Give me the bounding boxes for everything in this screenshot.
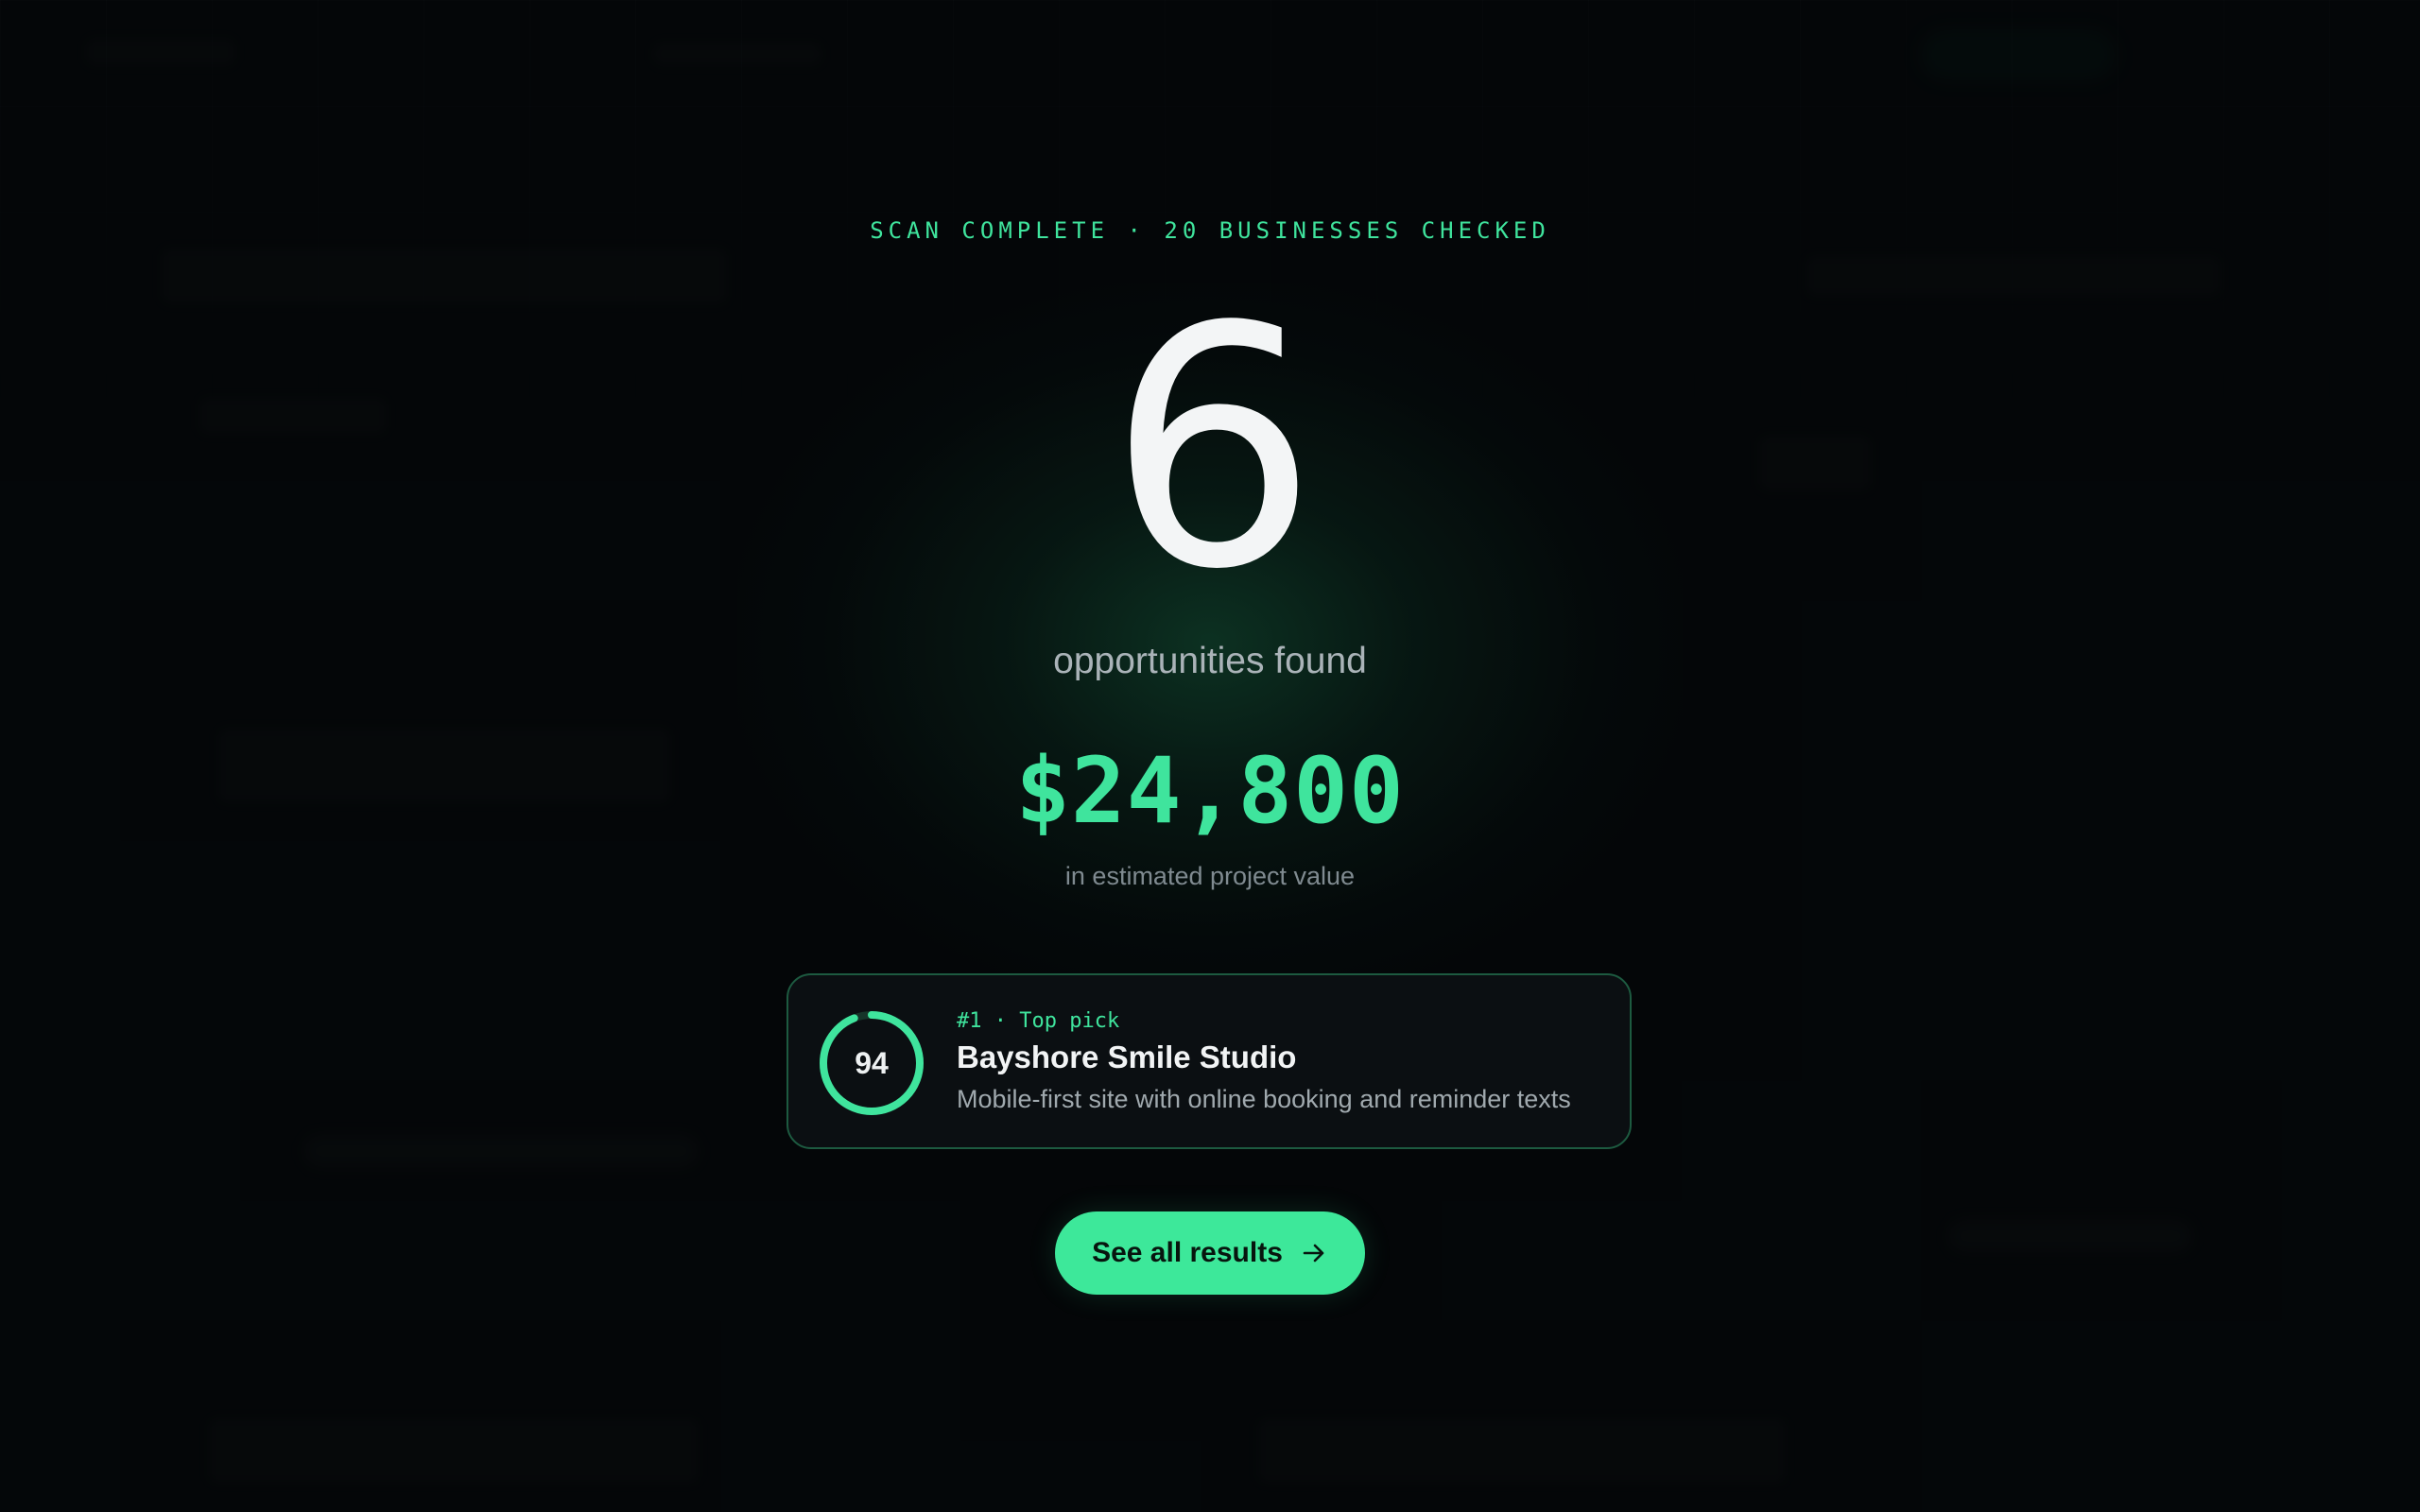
scan-summary: SCAN COMPLETE · 20 BUSINESSES CHECKED 6 …	[0, 0, 2420, 1512]
estimated-value: $24,800	[1015, 738, 1405, 844]
results-screen: SCAN COMPLETE · 20 BUSINESSES CHECKED 6 …	[0, 0, 2420, 1512]
estimated-value-label: in estimated project value	[1064, 862, 1356, 890]
score-ring: 94	[817, 1008, 926, 1118]
opportunity-count: 6	[1107, 256, 1319, 642]
top-pick-rank: #1 · Top pick	[957, 1009, 1120, 1033]
scan-status-label: SCAN COMPLETE · 20 BUSINESSES CHECKED	[870, 217, 1550, 244]
score-value: 94	[855, 1046, 889, 1080]
opportunity-count-label: opportunities found	[1053, 641, 1367, 681]
see-all-results-button[interactable]: See all results	[1055, 1211, 1365, 1295]
business-name: Bayshore Smile Studio	[957, 1040, 1297, 1074]
business-description: Mobile-first site with online booking an…	[957, 1085, 1571, 1113]
top-pick-card[interactable]: 94 #1 · Top pick Bayshore Smile Studio M…	[786, 973, 1632, 1149]
arrow-right-icon	[1300, 1239, 1328, 1267]
see-all-results-label: See all results	[1092, 1237, 1283, 1268]
